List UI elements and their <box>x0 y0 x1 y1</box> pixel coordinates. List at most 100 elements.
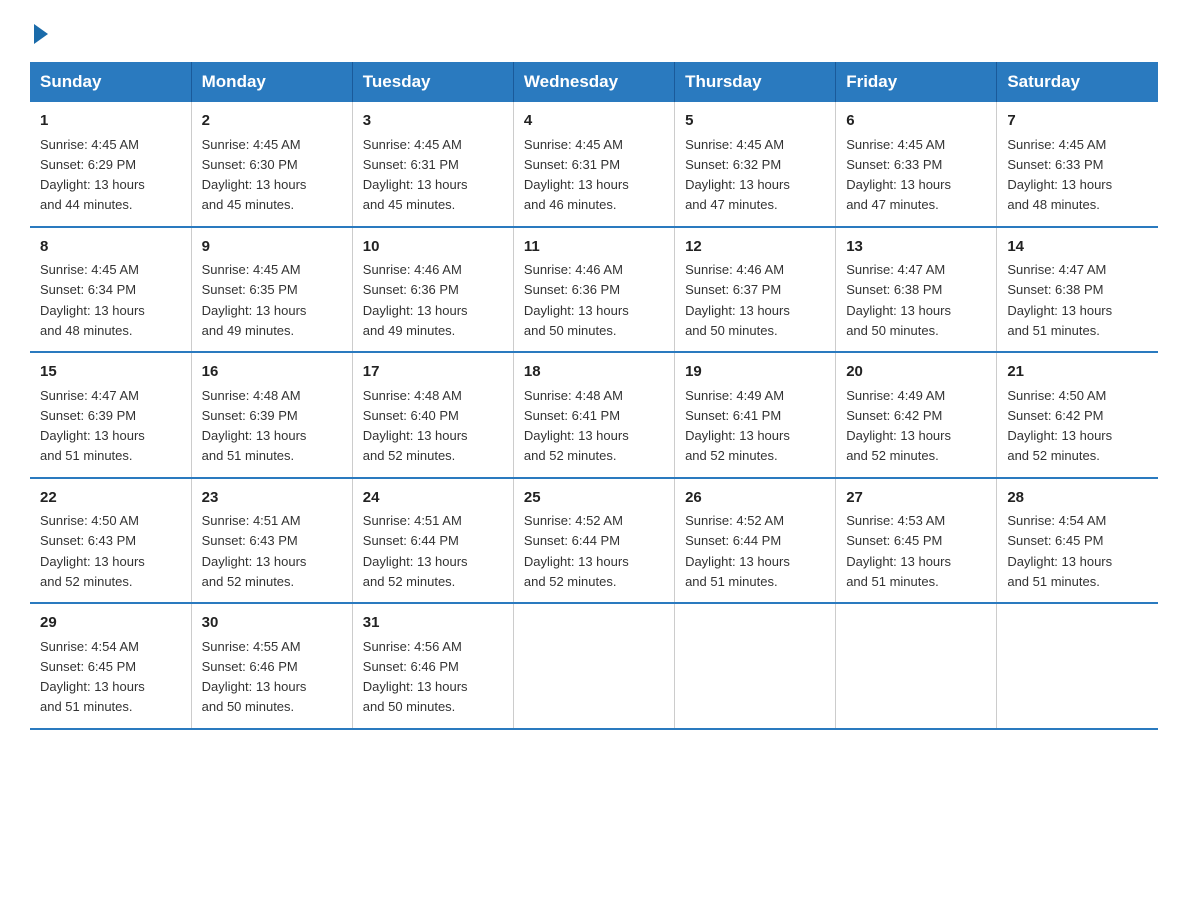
calendar-cell: 3 Sunrise: 4:45 AMSunset: 6:31 PMDaylight… <box>352 102 513 227</box>
calendar-cell: 1 Sunrise: 4:45 AMSunset: 6:29 PMDaylight… <box>30 102 191 227</box>
day-number: 30 <box>202 612 342 635</box>
calendar-cell: 15Sunrise: 4:47 AMSunset: 6:39 PMDayligh… <box>30 352 191 478</box>
day-info: Sunrise: 4:54 AMSunset: 6:45 PMDaylight:… <box>1007 513 1112 589</box>
day-info: Sunrise: 4:51 AMSunset: 6:44 PMDaylight:… <box>363 513 468 589</box>
day-info: Sunrise: 4:46 AMSunset: 6:36 PMDaylight:… <box>363 262 468 338</box>
logo-arrow-icon <box>34 24 48 44</box>
day-info: Sunrise: 4:52 AMSunset: 6:44 PMDaylight:… <box>524 513 629 589</box>
day-number: 20 <box>846 361 986 384</box>
day-info: Sunrise: 4:45 AMSunset: 6:30 PMDaylight:… <box>202 137 307 213</box>
day-info: Sunrise: 4:45 AMSunset: 6:31 PMDaylight:… <box>363 137 468 213</box>
header-friday: Friday <box>836 62 997 102</box>
day-number: 31 <box>363 612 503 635</box>
day-info: Sunrise: 4:47 AMSunset: 6:38 PMDaylight:… <box>1007 262 1112 338</box>
day-number: 1 <box>40 110 181 133</box>
calendar-cell: 24 Sunrise: 4:51 AMSunset: 6:44 PMDayligh… <box>352 478 513 604</box>
page-header <box>30 20 1158 44</box>
day-info: Sunrise: 4:45 AMSunset: 6:33 PMDaylight:… <box>846 137 951 213</box>
calendar-cell: 7 Sunrise: 4:45 AMSunset: 6:33 PMDaylight… <box>997 102 1158 227</box>
calendar-cell: 26Sunrise: 4:52 AMSunset: 6:44 PMDayligh… <box>675 478 836 604</box>
day-number: 9 <box>202 236 342 259</box>
day-info: Sunrise: 4:56 AMSunset: 6:46 PMDaylight:… <box>363 639 468 715</box>
day-number: 7 <box>1007 110 1148 133</box>
day-number: 5 <box>685 110 825 133</box>
calendar-cell: 25 Sunrise: 4:52 AMSunset: 6:44 PMDayligh… <box>513 478 674 604</box>
calendar-week-row: 22Sunrise: 4:50 AMSunset: 6:43 PMDayligh… <box>30 478 1158 604</box>
day-info: Sunrise: 4:51 AMSunset: 6:43 PMDaylight:… <box>202 513 307 589</box>
day-info: Sunrise: 4:48 AMSunset: 6:39 PMDaylight:… <box>202 388 307 464</box>
day-number: 17 <box>363 361 503 384</box>
calendar-cell: 31 Sunrise: 4:56 AMSunset: 6:46 PMDayligh… <box>352 603 513 729</box>
day-number: 29 <box>40 612 181 635</box>
day-number: 28 <box>1007 487 1148 510</box>
header-saturday: Saturday <box>997 62 1158 102</box>
calendar-cell: 5Sunrise: 4:45 AMSunset: 6:32 PMDaylight… <box>675 102 836 227</box>
calendar-cell: 17 Sunrise: 4:48 AMSunset: 6:40 PMDayligh… <box>352 352 513 478</box>
header-wednesday: Wednesday <box>513 62 674 102</box>
calendar-table: SundayMondayTuesdayWednesdayThursdayFrid… <box>30 62 1158 730</box>
calendar-cell: 21 Sunrise: 4:50 AMSunset: 6:42 PMDayligh… <box>997 352 1158 478</box>
day-info: Sunrise: 4:45 AMSunset: 6:29 PMDaylight:… <box>40 137 145 213</box>
calendar-cell: 10 Sunrise: 4:46 AMSunset: 6:36 PMDayligh… <box>352 227 513 353</box>
calendar-cell: 6 Sunrise: 4:45 AMSunset: 6:33 PMDaylight… <box>836 102 997 227</box>
calendar-cell: 18 Sunrise: 4:48 AMSunset: 6:41 PMDayligh… <box>513 352 674 478</box>
header-thursday: Thursday <box>675 62 836 102</box>
day-number: 3 <box>363 110 503 133</box>
day-info: Sunrise: 4:45 AMSunset: 6:35 PMDaylight:… <box>202 262 307 338</box>
calendar-cell: 16Sunrise: 4:48 AMSunset: 6:39 PMDayligh… <box>191 352 352 478</box>
day-info: Sunrise: 4:45 AMSunset: 6:34 PMDaylight:… <box>40 262 145 338</box>
calendar-cell: 28 Sunrise: 4:54 AMSunset: 6:45 PMDayligh… <box>997 478 1158 604</box>
day-number: 23 <box>202 487 342 510</box>
calendar-cell: 30 Sunrise: 4:55 AMSunset: 6:46 PMDayligh… <box>191 603 352 729</box>
day-number: 13 <box>846 236 986 259</box>
calendar-cell: 20Sunrise: 4:49 AMSunset: 6:42 PMDayligh… <box>836 352 997 478</box>
calendar-header-row: SundayMondayTuesdayWednesdayThursdayFrid… <box>30 62 1158 102</box>
day-number: 18 <box>524 361 664 384</box>
header-tuesday: Tuesday <box>352 62 513 102</box>
logo <box>30 20 48 44</box>
day-info: Sunrise: 4:49 AMSunset: 6:41 PMDaylight:… <box>685 388 790 464</box>
day-number: 11 <box>524 236 664 259</box>
day-number: 25 <box>524 487 664 510</box>
day-number: 8 <box>40 236 181 259</box>
calendar-cell <box>997 603 1158 729</box>
day-info: Sunrise: 4:54 AMSunset: 6:45 PMDaylight:… <box>40 639 145 715</box>
day-info: Sunrise: 4:50 AMSunset: 6:43 PMDaylight:… <box>40 513 145 589</box>
calendar-cell: 11 Sunrise: 4:46 AMSunset: 6:36 PMDayligh… <box>513 227 674 353</box>
calendar-cell: 13 Sunrise: 4:47 AMSunset: 6:38 PMDayligh… <box>836 227 997 353</box>
calendar-week-row: 1 Sunrise: 4:45 AMSunset: 6:29 PMDaylight… <box>30 102 1158 227</box>
day-number: 12 <box>685 236 825 259</box>
day-info: Sunrise: 4:46 AMSunset: 6:36 PMDaylight:… <box>524 262 629 338</box>
day-info: Sunrise: 4:47 AMSunset: 6:39 PMDaylight:… <box>40 388 145 464</box>
day-info: Sunrise: 4:46 AMSunset: 6:37 PMDaylight:… <box>685 262 790 338</box>
calendar-cell: 14 Sunrise: 4:47 AMSunset: 6:38 PMDayligh… <box>997 227 1158 353</box>
day-number: 14 <box>1007 236 1148 259</box>
day-info: Sunrise: 4:48 AMSunset: 6:40 PMDaylight:… <box>363 388 468 464</box>
calendar-cell <box>836 603 997 729</box>
calendar-week-row: 29 Sunrise: 4:54 AMSunset: 6:45 PMDayligh… <box>30 603 1158 729</box>
day-info: Sunrise: 4:53 AMSunset: 6:45 PMDaylight:… <box>846 513 951 589</box>
calendar-cell: 2Sunrise: 4:45 AMSunset: 6:30 PMDaylight… <box>191 102 352 227</box>
calendar-week-row: 15Sunrise: 4:47 AMSunset: 6:39 PMDayligh… <box>30 352 1158 478</box>
calendar-cell <box>675 603 836 729</box>
day-number: 27 <box>846 487 986 510</box>
calendar-cell: 29 Sunrise: 4:54 AMSunset: 6:45 PMDayligh… <box>30 603 191 729</box>
day-info: Sunrise: 4:47 AMSunset: 6:38 PMDaylight:… <box>846 262 951 338</box>
day-info: Sunrise: 4:55 AMSunset: 6:46 PMDaylight:… <box>202 639 307 715</box>
day-info: Sunrise: 4:45 AMSunset: 6:33 PMDaylight:… <box>1007 137 1112 213</box>
day-info: Sunrise: 4:50 AMSunset: 6:42 PMDaylight:… <box>1007 388 1112 464</box>
day-info: Sunrise: 4:52 AMSunset: 6:44 PMDaylight:… <box>685 513 790 589</box>
calendar-cell: 22Sunrise: 4:50 AMSunset: 6:43 PMDayligh… <box>30 478 191 604</box>
calendar-cell: 23 Sunrise: 4:51 AMSunset: 6:43 PMDayligh… <box>191 478 352 604</box>
day-info: Sunrise: 4:48 AMSunset: 6:41 PMDaylight:… <box>524 388 629 464</box>
day-number: 19 <box>685 361 825 384</box>
calendar-cell: 9 Sunrise: 4:45 AMSunset: 6:35 PMDaylight… <box>191 227 352 353</box>
calendar-cell: 12 Sunrise: 4:46 AMSunset: 6:37 PMDayligh… <box>675 227 836 353</box>
day-number: 24 <box>363 487 503 510</box>
day-number: 21 <box>1007 361 1148 384</box>
calendar-week-row: 8 Sunrise: 4:45 AMSunset: 6:34 PMDaylight… <box>30 227 1158 353</box>
day-number: 10 <box>363 236 503 259</box>
day-number: 6 <box>846 110 986 133</box>
header-sunday: Sunday <box>30 62 191 102</box>
day-info: Sunrise: 4:45 AMSunset: 6:31 PMDaylight:… <box>524 137 629 213</box>
